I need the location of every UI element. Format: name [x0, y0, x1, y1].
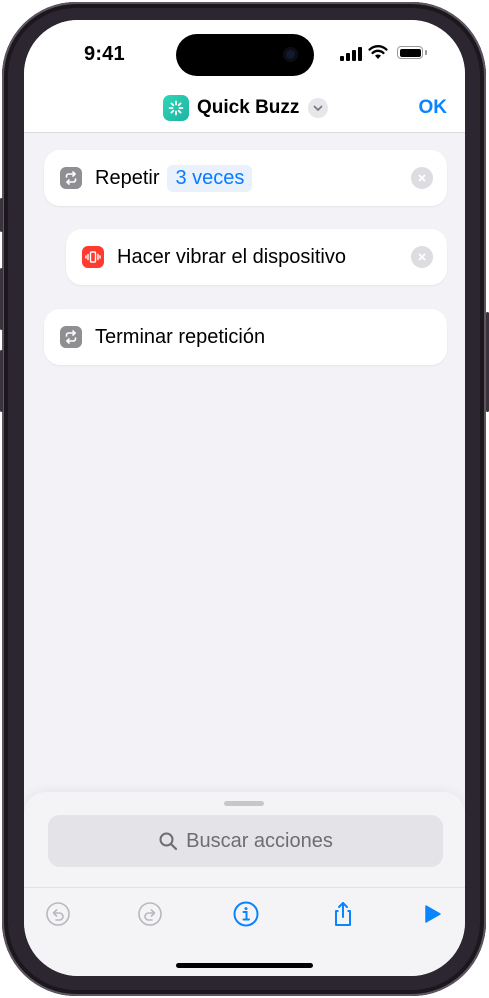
- screen: 9:41 Quick Buzz OK Repetir 3 veces Hacer…: [24, 20, 465, 976]
- battery-tip: [425, 50, 427, 55]
- dynamic-island: [176, 34, 314, 76]
- action-label: Hacer vibrar el dispositivo: [117, 245, 346, 268]
- action-label: Terminar repetición: [95, 325, 266, 348]
- editor-toolbar: [24, 887, 465, 938]
- status-time: 9:41: [84, 43, 125, 65]
- info-icon[interactable]: [232, 900, 260, 928]
- remove-action-button[interactable]: [411, 246, 433, 268]
- volume-up-button: [0, 268, 3, 330]
- status-bar: 9:41: [24, 20, 465, 90]
- action-card-repeat[interactable]: Repetir 3 veces: [44, 150, 447, 206]
- nav-bar: Quick Buzz OK: [24, 90, 465, 133]
- shortcut-name: Quick Buzz: [197, 97, 300, 118]
- action-card-vibrate[interactable]: Hacer vibrar el dispositivo: [66, 229, 447, 285]
- action-button: [0, 198, 3, 232]
- front-camera-icon: [283, 47, 298, 62]
- remove-action-button[interactable]: [411, 167, 433, 189]
- redo-icon[interactable]: [136, 900, 164, 928]
- share-icon[interactable]: [329, 900, 357, 928]
- search-placeholder: Buscar acciones: [186, 829, 333, 852]
- volume-down-button: [0, 350, 3, 412]
- play-icon[interactable]: [418, 900, 446, 928]
- repeat-icon: [60, 167, 82, 189]
- vibrate-device-icon: [82, 246, 104, 268]
- done-button[interactable]: OK: [419, 97, 448, 119]
- shortcut-title-button[interactable]: Quick Buzz: [163, 94, 329, 122]
- action-card-end-repeat[interactable]: Terminar repetición: [44, 309, 447, 365]
- sheet-grabber[interactable]: [224, 801, 264, 806]
- chevron-down-icon[interactable]: [308, 98, 329, 118]
- search-icon: [159, 832, 178, 851]
- action-search-sheet: Buscar acciones: [24, 792, 465, 976]
- undo-icon[interactable]: [44, 900, 72, 928]
- cellular-signal-icon: [340, 47, 362, 61]
- repeat-count-token[interactable]: 3 veces: [167, 164, 253, 192]
- action-label: Repetir: [95, 166, 160, 189]
- home-indicator[interactable]: [176, 963, 313, 968]
- wifi-icon: [368, 45, 388, 59]
- search-field[interactable]: Buscar acciones: [48, 815, 443, 867]
- battery-icon: [397, 46, 423, 59]
- repeat-icon: [60, 326, 82, 348]
- sparkle-icon: [163, 95, 189, 121]
